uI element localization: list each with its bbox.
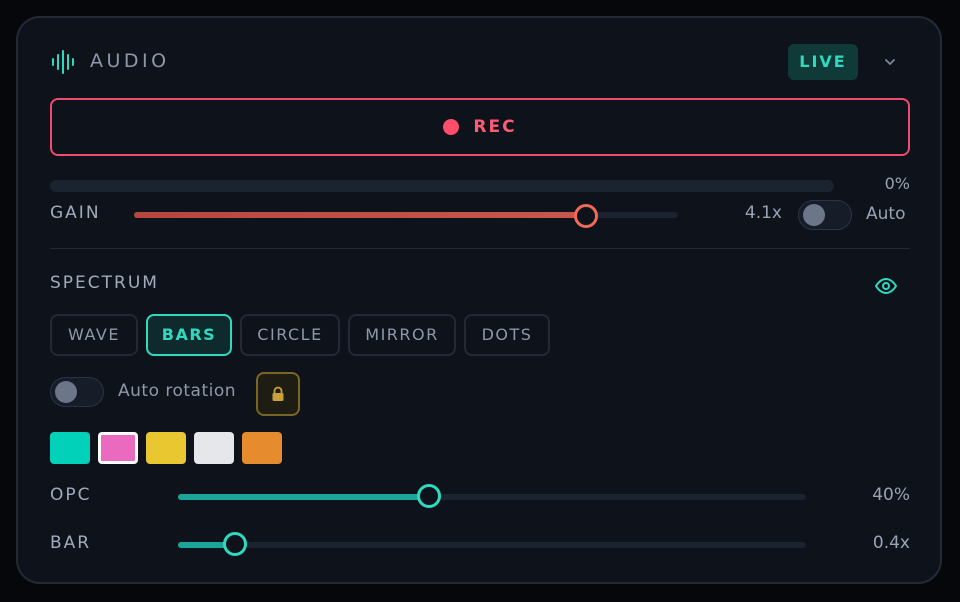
opacity-slider-fill	[178, 494, 429, 500]
color-swatch-pink[interactable]	[98, 432, 138, 464]
panel-title: AUDIO	[90, 50, 170, 72]
gain-auto-label: Auto	[866, 204, 906, 224]
bar-label: BAR	[50, 533, 92, 553]
mode-dots-button[interactable]: DOTS	[464, 314, 550, 356]
opacity-label: OPC	[50, 485, 92, 505]
section-divider	[50, 248, 910, 249]
bar-slider[interactable]	[178, 542, 806, 548]
lock-icon	[272, 386, 284, 401]
color-swatch-white[interactable]	[194, 432, 234, 464]
toggle-knob	[55, 381, 77, 403]
color-swatch-teal[interactable]	[50, 432, 90, 464]
mode-mirror-button[interactable]: MIRROR	[348, 314, 456, 356]
gain-value: 4.1x	[744, 203, 782, 223]
input-level-value: 0%	[884, 174, 910, 193]
record-button[interactable]: REC	[50, 98, 910, 156]
opacity-slider[interactable]	[178, 494, 806, 500]
color-swatch-orange[interactable]	[242, 432, 282, 464]
record-dot-icon	[443, 119, 460, 135]
eye-icon[interactable]	[874, 276, 898, 296]
color-swatch-yellow[interactable]	[146, 432, 186, 464]
auto-rotation-toggle[interactable]	[50, 377, 104, 407]
mode-circle-button[interactable]: CIRCLE	[240, 314, 340, 356]
chevron-down-icon[interactable]	[880, 52, 900, 72]
waveform-icon	[52, 50, 74, 74]
live-badge[interactable]: LIVE	[788, 44, 858, 80]
lock-button[interactable]	[256, 372, 300, 416]
opacity-slider-thumb[interactable]	[417, 484, 441, 508]
opacity-value: 40%	[872, 485, 910, 505]
auto-rotation-label: Auto rotation	[118, 381, 237, 401]
gain-label: GAIN	[50, 203, 101, 223]
gain-slider-fill	[134, 212, 586, 218]
bar-slider-thumb[interactable]	[223, 532, 247, 556]
mode-wave-button[interactable]: WAVE	[50, 314, 138, 356]
gain-auto-toggle[interactable]	[798, 200, 852, 230]
gain-slider-thumb[interactable]	[574, 204, 598, 228]
spectrum-title: SPECTRUM	[50, 273, 159, 293]
record-label: REC	[473, 117, 517, 137]
toggle-knob	[803, 204, 825, 226]
mode-bars-button[interactable]: BARS	[146, 314, 232, 356]
input-level-meter	[50, 180, 834, 192]
bar-value: 0.4x	[872, 533, 910, 553]
